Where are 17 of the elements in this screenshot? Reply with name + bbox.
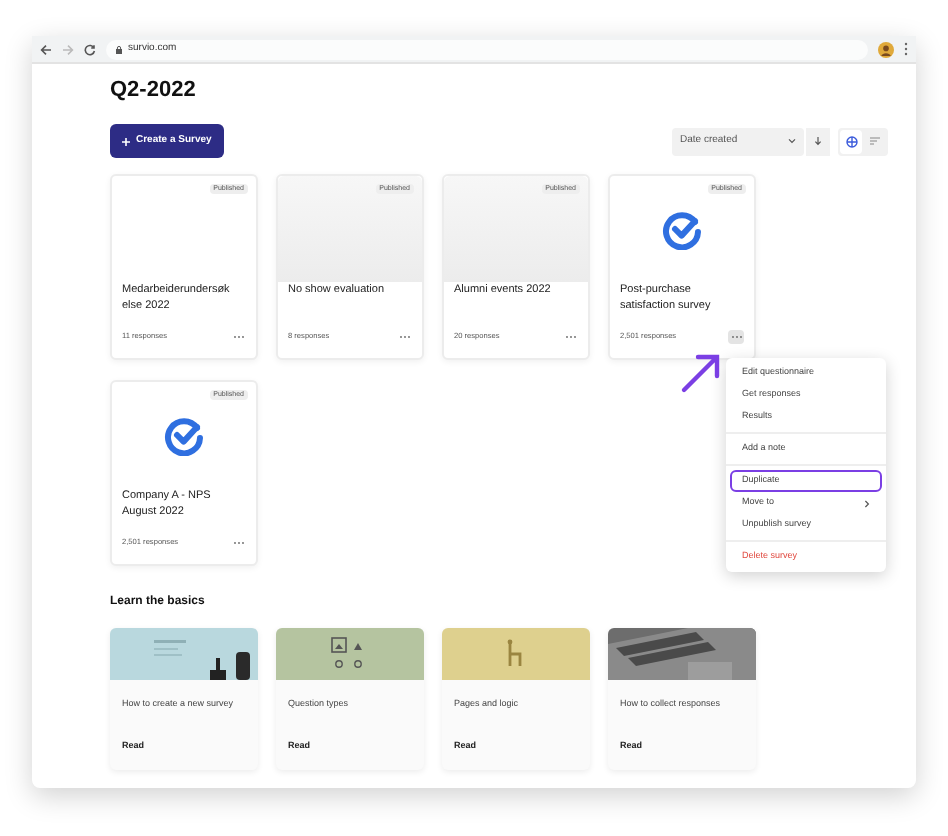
sort-direction-icon[interactable]: [814, 136, 822, 146]
list-icon: [870, 136, 880, 146]
chevron-right-icon: [864, 499, 870, 507]
reload-icon[interactable]: [84, 43, 96, 55]
grid-view-button[interactable]: [840, 129, 862, 153]
checkmark-logo-icon: [164, 415, 204, 455]
forward-icon[interactable]: [62, 43, 74, 55]
plus-icon: [122, 137, 130, 145]
avatar-icon[interactable]: [878, 41, 894, 57]
chevron-down-icon: [788, 138, 796, 144]
more-button[interactable]: [728, 330, 744, 344]
lock-icon: [116, 45, 122, 53]
checkmark-logo-icon: [662, 209, 702, 249]
page-title: Q2-2022: [110, 80, 198, 104]
grid-icon: [845, 135, 857, 147]
back-icon[interactable]: [40, 43, 52, 55]
arrow-icon: [680, 352, 720, 394]
